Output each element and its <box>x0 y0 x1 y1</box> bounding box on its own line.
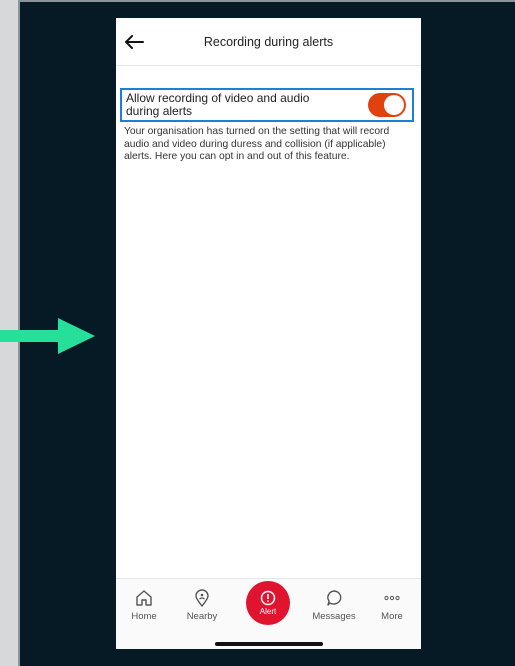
app-header: Recording during alerts <box>116 18 421 66</box>
nav-nearby[interactable]: Nearby <box>174 589 230 622</box>
bottom-nav: Home Nearby Alert Messages More <box>116 578 421 649</box>
nav-more[interactable]: More <box>364 589 420 622</box>
alert-button[interactable]: Alert <box>246 581 290 625</box>
messages-bubble-icon <box>327 590 342 606</box>
nav-nearby-label: Nearby <box>186 611 218 622</box>
phone-screen: Recording during alerts Allow recording … <box>116 18 421 649</box>
nav-home[interactable]: Home <box>116 589 172 622</box>
more-dots-icon <box>384 595 400 601</box>
alert-label: Alert <box>259 607 277 616</box>
nav-more-label: More <box>381 611 403 622</box>
page-title: Recording during alerts <box>203 35 334 49</box>
setting-description: Your organisation has turned on the sett… <box>124 126 390 162</box>
recording-setting-row[interactable]: Allow recording of video and audio durin… <box>120 88 414 122</box>
home-indicator[interactable] <box>215 642 323 646</box>
nav-home-label: Home <box>131 611 157 622</box>
pointer-arrow <box>0 318 95 354</box>
home-icon <box>136 590 152 606</box>
nearby-pin-icon <box>195 589 209 607</box>
alert-exclamation-icon <box>260 590 276 606</box>
recording-toggle[interactable] <box>368 93 406 117</box>
setting-label: Allow recording of video and audio durin… <box>126 91 310 118</box>
toggle-knob <box>384 95 404 115</box>
nav-messages-label: Messages <box>312 611 356 622</box>
nav-messages[interactable]: Messages <box>306 589 362 622</box>
